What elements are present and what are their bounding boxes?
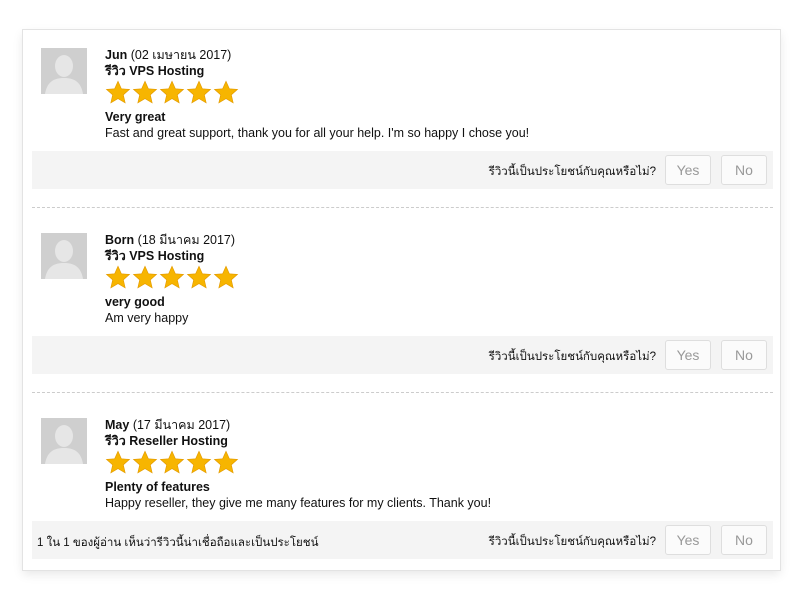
review-product: รีวิว Reseller Hosting bbox=[105, 434, 228, 448]
review-title: Very great bbox=[105, 110, 166, 124]
star-icon bbox=[105, 450, 131, 476]
star-icon bbox=[186, 265, 212, 291]
star-icon bbox=[105, 265, 131, 291]
star-icon bbox=[213, 450, 239, 476]
star-icon bbox=[132, 450, 158, 476]
star-icon bbox=[132, 80, 158, 106]
star-icon bbox=[159, 80, 185, 106]
star-icon bbox=[186, 450, 212, 476]
review-content: Born (18 มีนาคม 2017) รีวิว VPS Hosting … bbox=[105, 232, 755, 326]
review-byline: Jun (02 เมษายน 2017) bbox=[105, 47, 755, 63]
star-icon bbox=[186, 80, 212, 106]
star-rating bbox=[105, 80, 755, 106]
review-item: Jun (02 เมษายน 2017) รีวิว VPS Hosting V… bbox=[23, 30, 780, 190]
star-icon bbox=[159, 450, 185, 476]
review-product: รีวิว VPS Hosting bbox=[105, 64, 205, 78]
review-item: Born (18 มีนาคม 2017) รีวิว VPS Hosting … bbox=[23, 215, 780, 375]
review-body: Fast and great support, thank you for al… bbox=[105, 126, 530, 140]
helpful-count-text: 1 ใน 1 ของผู้อ่าน เห็นว่ารีวิวนี้น่าเชื่… bbox=[37, 537, 319, 549]
helpful-no-button[interactable]: No bbox=[721, 340, 767, 370]
star-rating bbox=[105, 265, 755, 291]
review-item: May (17 มีนาคม 2017) รีวิว Reseller Host… bbox=[23, 400, 780, 565]
review-author: May bbox=[105, 418, 130, 432]
review-content: Jun (02 เมษายน 2017) รีวิว VPS Hosting V… bbox=[105, 47, 755, 141]
review-divider bbox=[32, 392, 773, 393]
helpful-no-button[interactable]: No bbox=[721, 525, 767, 555]
review-date: (18 มีนาคม 2017) bbox=[137, 233, 236, 247]
review-divider bbox=[32, 207, 773, 208]
helpful-yes-button[interactable]: Yes bbox=[665, 340, 711, 370]
star-icon bbox=[132, 265, 158, 291]
review-author: Jun bbox=[105, 48, 128, 62]
helpful-yes-button[interactable]: Yes bbox=[665, 525, 711, 555]
review-title: very good bbox=[105, 295, 165, 309]
review-content: May (17 มีนาคม 2017) รีวิว Reseller Host… bbox=[105, 417, 755, 511]
review-body: Am very happy bbox=[105, 311, 189, 325]
review-product: รีวิว VPS Hosting bbox=[105, 249, 205, 263]
default-user-avatar-icon bbox=[41, 233, 87, 279]
helpful-yes-button[interactable]: Yes bbox=[665, 155, 711, 185]
review-date: (02 เมษายน 2017) bbox=[130, 48, 232, 62]
helpfulness-bar: รีวิวนี้เป็นประโยชน์กับคุณหรือไม่? Yes N… bbox=[32, 151, 773, 189]
review-body: Happy reseller, they give me many featur… bbox=[105, 496, 492, 510]
default-user-avatar-icon bbox=[41, 418, 87, 464]
helpfulness-bar: 1 ใน 1 ของผู้อ่าน เห็นว่ารีวิวนี้น่าเชื่… bbox=[32, 521, 773, 559]
helpful-question: รีวิวนี้เป็นประโยชน์กับคุณหรือไม่? bbox=[488, 351, 656, 363]
helpful-question: รีวิวนี้เป็นประโยชน์กับคุณหรือไม่? bbox=[488, 166, 656, 178]
star-icon bbox=[105, 80, 131, 106]
star-icon bbox=[213, 265, 239, 291]
helpfulness-bar: รีวิวนี้เป็นประโยชน์กับคุณหรือไม่? Yes N… bbox=[32, 336, 773, 374]
reviews-card: Jun (02 เมษายน 2017) รีวิว VPS Hosting V… bbox=[23, 30, 780, 570]
star-icon bbox=[213, 80, 239, 106]
review-byline: Born (18 มีนาคม 2017) bbox=[105, 232, 755, 248]
review-byline: May (17 มีนาคม 2017) bbox=[105, 417, 755, 433]
helpful-no-button[interactable]: No bbox=[721, 155, 767, 185]
star-rating bbox=[105, 450, 755, 476]
review-title: Plenty of features bbox=[105, 480, 210, 494]
review-author: Born bbox=[105, 233, 135, 247]
default-user-avatar-icon bbox=[41, 48, 87, 94]
star-icon bbox=[159, 265, 185, 291]
helpful-question: รีวิวนี้เป็นประโยชน์กับคุณหรือไม่? bbox=[488, 536, 656, 548]
review-date: (17 มีนาคม 2017) bbox=[132, 418, 231, 432]
